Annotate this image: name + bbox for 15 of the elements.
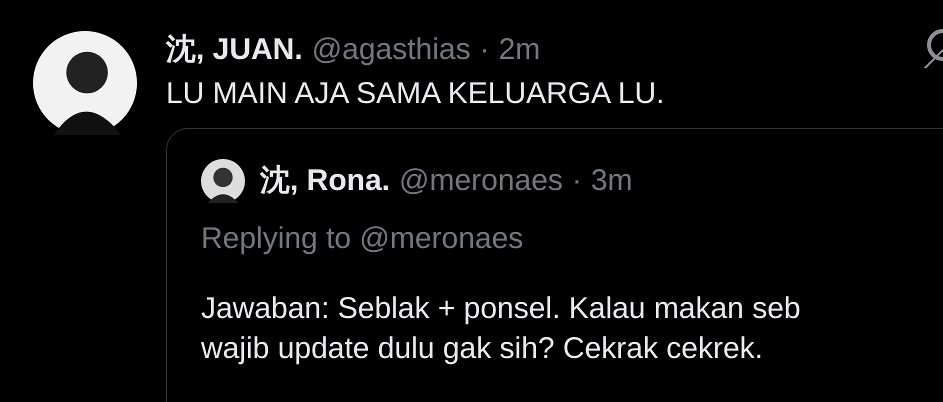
avatar[interactable] <box>33 31 137 135</box>
separator-dot: · <box>480 32 490 68</box>
timestamp[interactable]: 2m <box>498 28 540 72</box>
username: @meronaes <box>399 163 563 199</box>
quoted-post-card[interactable]: 沈, Rona. @meronaes · 3m Replying to @meronaes Jawaban: Seblak + ponsel. Kalau makan seb wajib update dulu gak sih? Cekrak cekrek. <box>166 128 943 402</box>
post-text: LU MAIN AJA SAMA KELUARGA LU. <box>166 76 666 112</box>
display-name: 沈, Rona. <box>260 163 390 199</box>
separator-dot: · <box>572 163 582 199</box>
username[interactable]: @agasthias <box>312 28 471 72</box>
timestamp: 3m <box>590 163 633 199</box>
avatar <box>201 159 245 203</box>
quoted-text-line: Jawaban: Seblak + ponsel. Kalau makan seb <box>201 291 802 327</box>
quoted-text-line: wajib update dulu gak sih? Cekrak cekrek. <box>201 331 764 367</box>
display-name[interactable]: 沈, JUAN. <box>166 28 303 72</box>
replying-to-text: Replying to @meronaes <box>201 221 524 257</box>
